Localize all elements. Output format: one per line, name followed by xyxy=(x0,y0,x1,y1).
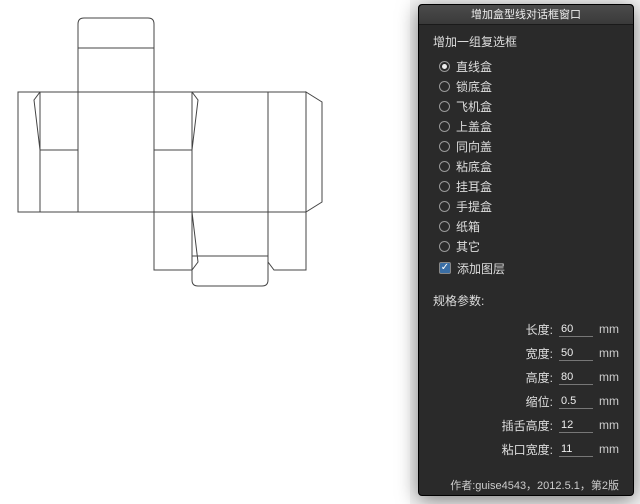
dialog-body: 增加一组复选框 直线盒锁底盒飞机盒上盖盒同向盖粘底盒挂耳盒手提盒纸箱其它 ✓ 添… xyxy=(419,25,633,495)
param-unit: mm xyxy=(599,346,621,360)
param-unit: mm xyxy=(599,394,621,408)
param-input[interactable] xyxy=(559,321,593,337)
param-unit: mm xyxy=(599,442,621,456)
box-type-radio-group: 直线盒锁底盒飞机盒上盖盒同向盖粘底盒挂耳盒手提盒纸箱其它 xyxy=(439,56,621,256)
dialog-window: 增加盒型线对话框窗口 增加一组复选框 直线盒锁底盒飞机盒上盖盒同向盖粘底盒挂耳盒… xyxy=(418,4,634,496)
box-type-option[interactable]: 挂耳盒 xyxy=(439,176,621,196)
box-type-option[interactable]: 同向盖 xyxy=(439,136,621,156)
param-row: 缩位: mm xyxy=(433,389,621,413)
params-section-label: 规格参数: xyxy=(433,292,621,309)
option-label: 上盖盒 xyxy=(456,118,492,135)
radio-icon xyxy=(439,201,450,212)
radio-icon xyxy=(439,101,450,112)
box-type-option[interactable]: 直线盒 xyxy=(439,56,621,76)
radio-icon xyxy=(439,141,450,152)
params-group: 长度: mm 宽度: mm 高度: mm 缩位: mm 插舌高度: mm 粘口宽度: mm xyxy=(433,317,621,461)
box-type-option[interactable]: 飞机盒 xyxy=(439,96,621,116)
design-canvas xyxy=(0,0,410,504)
box-type-option[interactable]: 锁底盒 xyxy=(439,76,621,96)
radio-icon xyxy=(439,81,450,92)
param-row: 高度: mm xyxy=(433,365,621,389)
box-type-option[interactable]: 上盖盒 xyxy=(439,116,621,136)
param-input[interactable] xyxy=(559,345,593,361)
param-input[interactable] xyxy=(559,369,593,385)
param-unit: mm xyxy=(599,370,621,384)
radio-icon xyxy=(439,181,450,192)
radio-icon xyxy=(439,161,450,172)
param-label: 宽度: xyxy=(526,345,553,362)
param-label: 缩位: xyxy=(526,393,553,410)
checkmark-icon: ✓ xyxy=(439,262,451,274)
param-row: 粘口宽度: mm xyxy=(433,437,621,461)
radio-icon xyxy=(439,221,450,232)
param-label: 长度: xyxy=(526,321,553,338)
option-label: 手提盒 xyxy=(456,198,492,215)
box-type-option[interactable]: 粘底盒 xyxy=(439,156,621,176)
add-layer-checkbox-row[interactable]: ✓ 添加图层 xyxy=(439,258,621,278)
radio-icon xyxy=(439,241,450,252)
option-label: 粘底盒 xyxy=(456,158,492,175)
param-row: 长度: mm xyxy=(433,317,621,341)
param-input[interactable] xyxy=(559,417,593,433)
option-label: 飞机盒 xyxy=(456,98,492,115)
radio-icon xyxy=(439,121,450,132)
box-type-option[interactable]: 纸箱 xyxy=(439,216,621,236)
radio-icon xyxy=(439,61,450,72)
param-unit: mm xyxy=(599,418,621,432)
option-label: 纸箱 xyxy=(456,218,480,235)
box-type-option[interactable]: 手提盒 xyxy=(439,196,621,216)
option-label: 锁底盒 xyxy=(456,78,492,95)
param-unit: mm xyxy=(599,322,621,336)
param-input[interactable] xyxy=(559,393,593,409)
add-layer-label: 添加图层 xyxy=(457,260,505,277)
param-label: 插舌高度: xyxy=(502,417,553,434)
option-label: 直线盒 xyxy=(456,58,492,75)
option-label: 挂耳盒 xyxy=(456,178,492,195)
box-type-option[interactable]: 其它 xyxy=(439,236,621,256)
param-row: 插舌高度: mm xyxy=(433,413,621,437)
param-label: 粘口宽度: xyxy=(502,441,553,458)
param-row: 宽度: mm xyxy=(433,341,621,365)
author-footer: 作者:guise4543，2012.5.1，第2版 xyxy=(433,477,621,493)
param-label: 高度: xyxy=(526,369,553,386)
option-group-label: 增加一组复选框 xyxy=(433,33,621,50)
param-input[interactable] xyxy=(559,441,593,457)
box-dieline xyxy=(0,0,410,504)
option-label: 同向盖 xyxy=(456,138,492,155)
dialog-titlebar[interactable]: 增加盒型线对话框窗口 xyxy=(419,5,633,25)
option-label: 其它 xyxy=(456,238,480,255)
dialog-title: 增加盒型线对话框窗口 xyxy=(471,9,581,21)
